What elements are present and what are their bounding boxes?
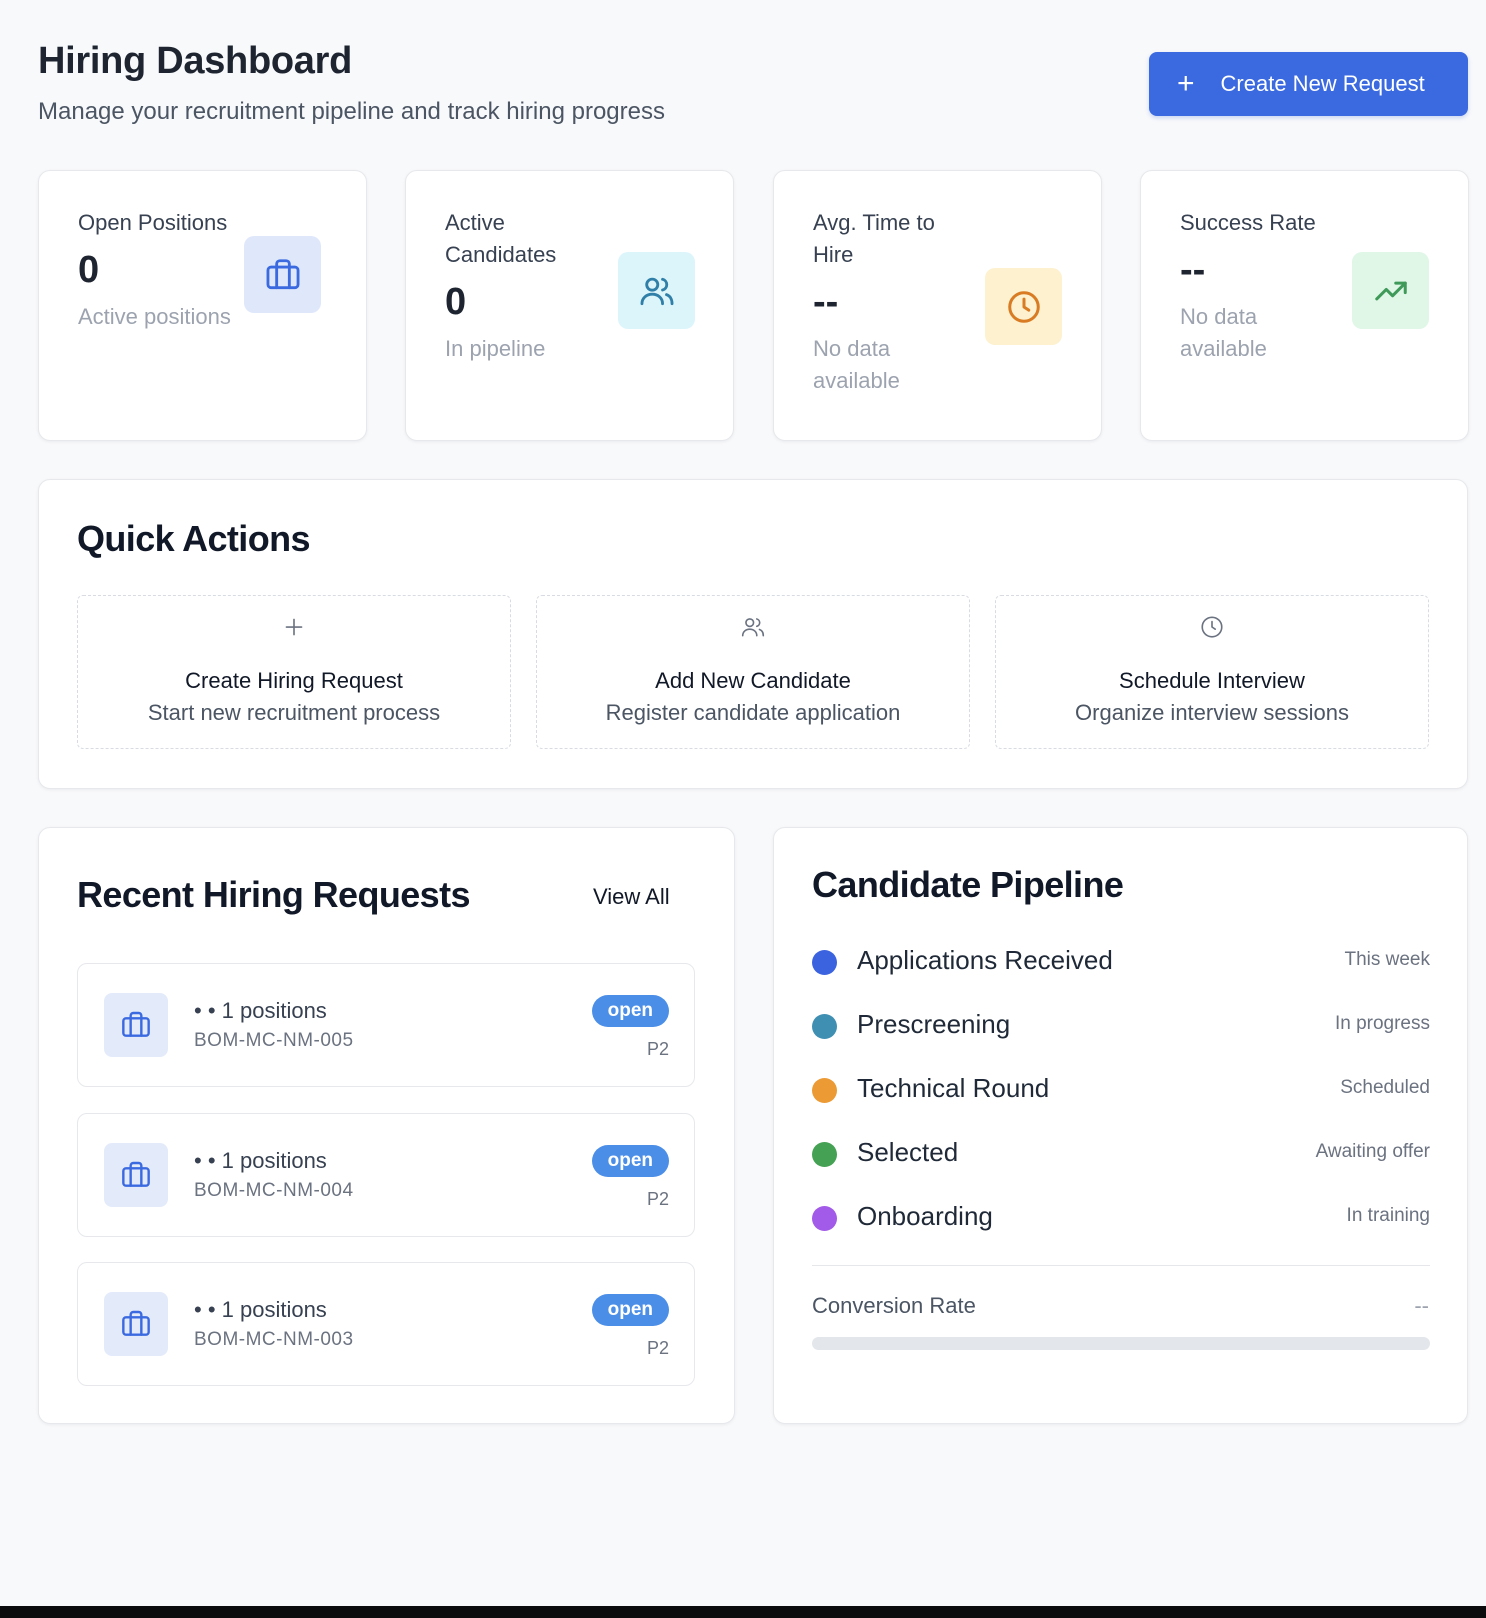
- stage-status: In training: [1346, 1205, 1430, 1226]
- stat-sub: No data available: [1180, 304, 1267, 361]
- users-icon: [537, 614, 969, 640]
- page-title: Hiring Dashboard: [38, 40, 353, 82]
- stage-color-dot: [812, 950, 837, 975]
- create-new-request-label: Create New Request: [1220, 71, 1425, 96]
- status-badge: open: [591, 995, 669, 1027]
- stat-value: 0: [78, 249, 100, 291]
- hiring-request-item[interactable]: • • 1 positions BOM-MC-NM-003 open P2: [77, 1262, 695, 1386]
- status-badge: open: [591, 1145, 669, 1177]
- quick-action-add-new-candidate[interactable]: Add New Candidate Register candidate app…: [536, 595, 970, 749]
- stat-sub: Active positions: [78, 304, 231, 329]
- stage-color-dot: [812, 1142, 837, 1167]
- bottom-edge-bar: [0, 1606, 1486, 1618]
- stage-color-dot: [812, 1078, 837, 1103]
- stat-value: 0: [445, 281, 467, 323]
- quick-action-title: Schedule Interview: [1119, 668, 1305, 693]
- stat-value: --: [813, 281, 839, 323]
- pipeline-stage: Selected Awaiting offer: [812, 1137, 1430, 1171]
- briefcase-icon: [104, 1292, 168, 1356]
- stage-name: Onboarding: [857, 1201, 993, 1231]
- request-code: BOM-MC-NM-005: [194, 1030, 354, 1051]
- stage-name: Prescreening: [857, 1009, 1011, 1039]
- quick-actions-title: Quick Actions: [77, 518, 311, 559]
- stat-card-active-candidates: Active Candidates 0 In pipeline: [405, 170, 734, 441]
- priority-label: P2: [646, 1039, 669, 1059]
- stage-status: Awaiting offer: [1315, 1141, 1430, 1162]
- conversion-rate-label: Conversion Rate: [812, 1293, 976, 1318]
- stage-status: Scheduled: [1340, 1077, 1430, 1098]
- users-icon: [618, 252, 695, 329]
- status-badge: open: [591, 1294, 669, 1326]
- quick-action-desc: Start new recruitment process: [147, 700, 441, 725]
- recent-requests-title: Recent Hiring Requests: [77, 874, 470, 915]
- plus-icon: +: [1177, 67, 1195, 100]
- briefcase-icon: [244, 236, 321, 313]
- stage-name: Selected: [857, 1137, 959, 1167]
- priority-label: P2: [646, 1189, 669, 1209]
- conversion-rate-value: --: [1414, 1293, 1429, 1318]
- stat-card-open-positions: Open Positions 0 Active positions: [38, 170, 367, 441]
- candidate-pipeline-card: Candidate Pipeline Applications Received…: [773, 827, 1468, 1424]
- priority-label: P2: [646, 1338, 669, 1358]
- quick-action-desc: Register candidate application: [605, 700, 901, 725]
- stage-color-dot: [812, 1206, 837, 1231]
- stat-card-avg-time-to-hire: Avg. Time to Hire -- No data available: [773, 170, 1102, 441]
- request-code: BOM-MC-NM-004: [194, 1180, 354, 1201]
- divider: [812, 1265, 1430, 1266]
- request-title: • • 1 positions: [194, 998, 327, 1023]
- request-code: BOM-MC-NM-003: [194, 1329, 354, 1350]
- stat-label: Open Positions: [78, 210, 228, 235]
- quick-action-schedule-interview[interactable]: Schedule Interview Organize interview se…: [995, 595, 1429, 749]
- create-new-request-button[interactable]: + Create New Request: [1149, 52, 1468, 116]
- briefcase-icon: [104, 1143, 168, 1207]
- stage-name: Applications Received: [857, 945, 1113, 975]
- stage-color-dot: [812, 1014, 837, 1039]
- conversion-rate-progress-bar: [812, 1337, 1430, 1350]
- quick-action-create-hiring-request[interactable]: Create Hiring Request Start new recruitm…: [77, 595, 511, 749]
- pipeline-stage: Prescreening In progress: [812, 1009, 1430, 1043]
- stat-card-success-rate: Success Rate -- No data available: [1140, 170, 1469, 441]
- pipeline-stage: Onboarding In training: [812, 1201, 1430, 1235]
- page-subtitle: Manage your recruitment pipeline and tra…: [38, 98, 665, 125]
- request-title: • • 1 positions: [194, 1148, 327, 1173]
- view-all-link[interactable]: View All: [593, 884, 670, 910]
- recent-hiring-requests-card: Recent Hiring Requests View All • • 1 po…: [38, 827, 735, 1424]
- pipeline-stage: Applications Received This week: [812, 945, 1430, 979]
- stat-value: --: [1180, 249, 1206, 291]
- pipeline-stage: Technical Round Scheduled: [812, 1073, 1430, 1107]
- briefcase-icon: [104, 993, 168, 1057]
- stat-sub: No data available: [813, 336, 900, 393]
- stage-status: This week: [1344, 949, 1430, 970]
- stat-label: Active Candidates: [445, 210, 557, 267]
- stat-sub: In pipeline: [445, 336, 546, 361]
- trending-up-icon: [1352, 252, 1429, 329]
- quick-action-title: Add New Candidate: [655, 668, 851, 693]
- plus-icon: [78, 614, 510, 640]
- request-title: • • 1 positions: [194, 1297, 327, 1322]
- clock-icon: [996, 614, 1428, 640]
- stage-name: Technical Round: [857, 1073, 1050, 1103]
- quick-action-title: Create Hiring Request: [185, 668, 403, 693]
- stat-label: Avg. Time to Hire: [813, 210, 935, 267]
- hiring-request-item[interactable]: • • 1 positions BOM-MC-NM-004 open P2: [77, 1113, 695, 1237]
- quick-actions-card: Quick Actions Create Hiring Request Star…: [38, 479, 1468, 789]
- clock-icon: [985, 268, 1062, 345]
- hiring-request-item[interactable]: • • 1 positions BOM-MC-NM-005 open P2: [77, 963, 695, 1087]
- quick-action-desc: Organize interview sessions: [1075, 700, 1349, 725]
- stat-label: Success Rate: [1180, 210, 1316, 235]
- stage-status: In progress: [1334, 1013, 1430, 1034]
- pipeline-title: Candidate Pipeline: [812, 864, 1124, 905]
